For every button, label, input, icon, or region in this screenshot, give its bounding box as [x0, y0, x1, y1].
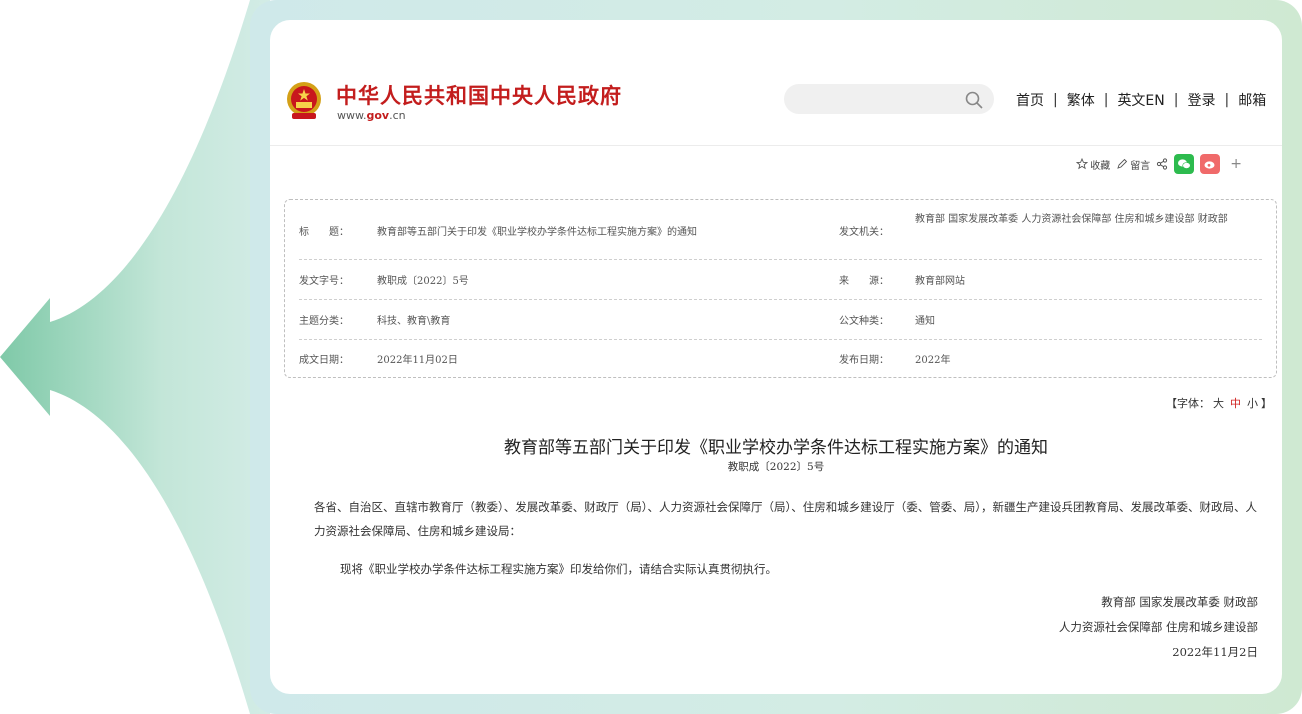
- meta-label: 来 源：: [839, 276, 889, 287]
- font-size-large-button[interactable]: 大: [1213, 397, 1224, 410]
- meta-label: 成文日期：: [299, 355, 349, 366]
- decorative-arrow-shape: [0, 0, 270, 714]
- font-size-small-button[interactable]: 小: [1247, 397, 1258, 410]
- meta-value: 科技、教育\教育: [377, 316, 451, 327]
- document-recipients: 各省、自治区、直辖市教育厅（教委）、发展改革委、财政厅（局）、人力资源社会保障厅…: [314, 500, 1257, 538]
- meta-label: 主题分类：: [299, 316, 349, 327]
- site-url: www.gov.cn: [337, 109, 406, 122]
- font-size-switcher: 【字体：大中小】: [1166, 395, 1272, 411]
- document-title: 教育部等五部门关于印发《职业学校办学条件达标工程实施方案》的通知: [504, 438, 1048, 458]
- share-toolbar: 收藏 留言 +: [1076, 154, 1242, 174]
- weibo-icon[interactable]: [1200, 154, 1221, 174]
- font-size-medium-button[interactable]: 中: [1230, 397, 1241, 410]
- meta-label: 发文机关：: [839, 227, 889, 238]
- meta-label: 发布日期：: [839, 355, 889, 366]
- meta-row: 主题分类： 科技、教育\教育 公文种类： 通知: [299, 299, 1262, 340]
- top-nav: 首页 | 繁体 | 英文EN | 登录 | 邮箱: [1016, 90, 1266, 110]
- meta-value: 通知: [915, 316, 935, 327]
- meta-label: 发文字号：: [299, 276, 349, 287]
- meta-label: 公文种类：: [839, 316, 889, 327]
- nav-login-link[interactable]: 登录: [1187, 90, 1215, 110]
- share-icon[interactable]: [1156, 158, 1168, 170]
- nav-separator: |: [1173, 92, 1179, 108]
- nav-traditional-link[interactable]: 繁体: [1067, 90, 1095, 110]
- meta-row: 发文字号： 教职成〔2022〕5号 来 源： 教育部网站: [299, 259, 1262, 300]
- font-size-prefix: 【字体：: [1166, 397, 1210, 410]
- meta-value: 教育部等五部门关于印发《职业学校办学条件达标工程实施方案》的通知: [377, 227, 697, 238]
- site-title[interactable]: 中华人民共和国中央人民政府: [336, 80, 622, 110]
- meta-label: 标 题：: [299, 227, 349, 238]
- document-paragraph: 现将《职业学校办学条件达标工程实施方案》印发给你们，请结合实际认真贯彻执行。: [340, 562, 777, 576]
- screenshot-card: 中华人民共和国中央人民政府 www.gov.cn 首页 | 繁体 | 英文EN …: [270, 20, 1282, 694]
- favorite-button[interactable]: 收藏: [1076, 157, 1110, 172]
- meta-value: 2022年11月02日: [377, 355, 458, 366]
- meta-value: 教职成〔2022〕5号: [377, 276, 469, 287]
- pen-icon: [1117, 158, 1128, 169]
- site-header: 中华人民共和国中央人民政府 www.gov.cn 首页 | 繁体 | 英文EN …: [270, 20, 1282, 146]
- document-meta-table: 标 题： 教育部等五部门关于印发《职业学校办学条件达标工程实施方案》的通知 发文…: [284, 199, 1277, 378]
- search-icon[interactable]: [964, 90, 984, 110]
- star-icon: [1076, 158, 1089, 170]
- plus-icon[interactable]: +: [1230, 156, 1242, 172]
- meta-row: 成文日期： 2022年11月02日 发布日期： 2022年: [299, 339, 1262, 377]
- favorite-label: 收藏: [1090, 160, 1111, 172]
- meta-value: 教育部网站: [915, 276, 965, 287]
- search-input[interactable]: [784, 84, 994, 114]
- document-number: 教职成〔2022〕5号: [727, 461, 825, 473]
- signature-date: 2022年11月2日: [1172, 645, 1258, 659]
- nav-mail-link[interactable]: 邮箱: [1238, 90, 1266, 110]
- signature-line: 人力资源社会保障部 住房和城乡建设部: [1058, 620, 1258, 634]
- meta-row: 标 题： 教育部等五部门关于印发《职业学校办学条件达标工程实施方案》的通知 发文…: [299, 200, 1262, 260]
- meta-value: 2022年: [915, 355, 951, 366]
- nav-separator: |: [1053, 92, 1058, 108]
- comment-label: 留言: [1130, 160, 1151, 172]
- nav-separator: |: [1224, 92, 1230, 108]
- national-emblem-icon: [287, 82, 321, 119]
- wechat-icon[interactable]: [1174, 154, 1195, 174]
- nav-separator: |: [1103, 92, 1109, 108]
- meta-value: 教育部 国家发展改革委 人力资源社会保障部 住房和城乡建设部 财政部: [915, 214, 1228, 225]
- nav-home-link[interactable]: 首页: [1016, 90, 1044, 110]
- font-size-suffix: 】: [1261, 397, 1272, 410]
- nav-english-link[interactable]: 英文EN: [1117, 90, 1164, 110]
- signature-line: 教育部 国家发展改革委 财政部: [1101, 595, 1258, 609]
- comment-button[interactable]: 留言: [1116, 157, 1150, 172]
